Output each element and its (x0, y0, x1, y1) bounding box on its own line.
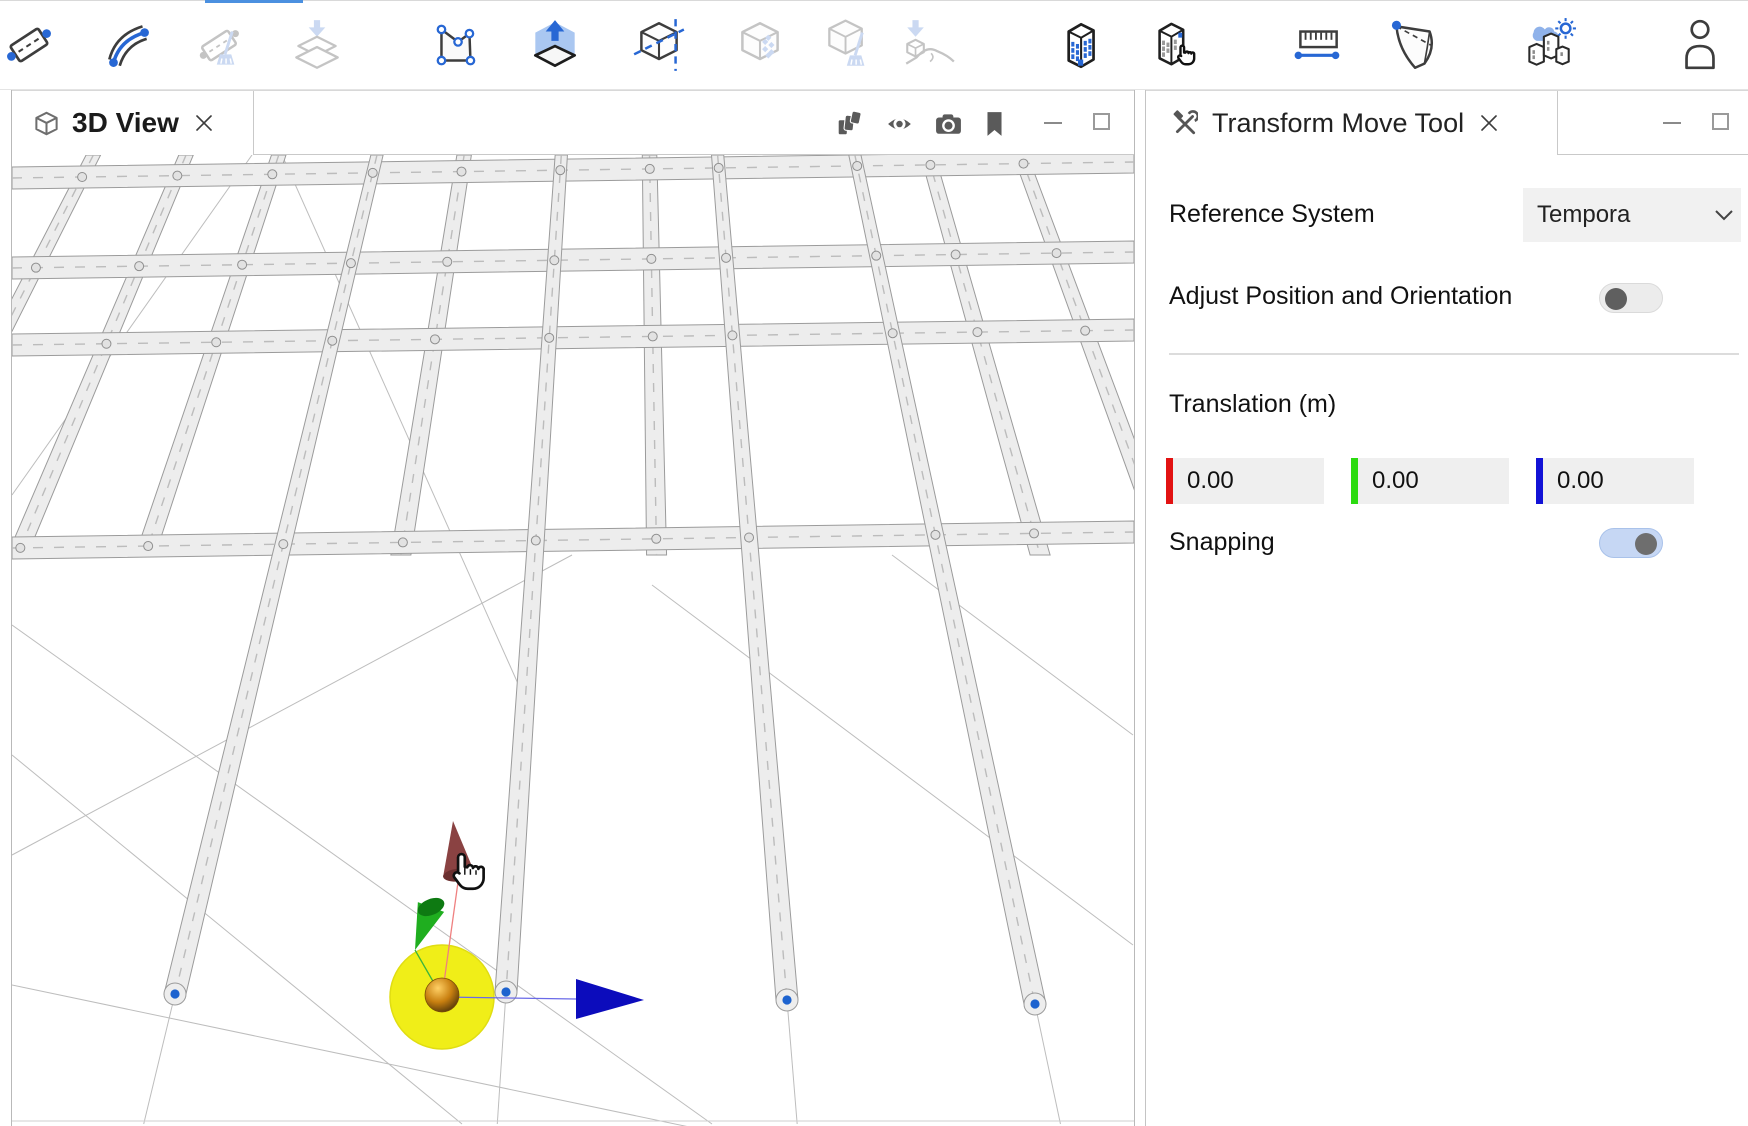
axis-color-bar (1351, 458, 1358, 504)
eye-icon[interactable] (886, 110, 913, 137)
road-clean-tool-button[interactable] (195, 16, 253, 74)
close-icon[interactable] (1478, 112, 1500, 134)
extrude-tool-button[interactable] (526, 16, 584, 74)
building-select-tool-button[interactable] (1144, 16, 1202, 74)
reference-system-label: Reference System (1169, 200, 1375, 229)
toggle-knob (1605, 288, 1627, 310)
view-3d-panel: 3D View (11, 90, 1135, 1126)
viewport-3d[interactable] (12, 155, 1134, 1126)
maximize-button[interactable] (1093, 113, 1110, 130)
tab-transform-title: Transform Move Tool (1212, 108, 1464, 139)
slice-tool-button[interactable] (630, 16, 688, 74)
building-tool-button[interactable] (1049, 16, 1107, 74)
toggle-knob (1635, 533, 1657, 555)
minimize-button[interactable] (1044, 122, 1062, 124)
adjust-position-toggle[interactable] (1599, 283, 1663, 313)
close-icon[interactable] (193, 112, 215, 134)
layers-icon[interactable] (836, 110, 863, 137)
window-drag-accent (205, 0, 303, 3)
transform-header: Transform Move Tool (1146, 90, 1748, 155)
environment-tool-button[interactable] (1519, 16, 1577, 74)
gizmo-center-sphere[interactable] (425, 978, 459, 1012)
cube-3d-icon (33, 110, 60, 137)
camera-icon[interactable] (935, 110, 962, 137)
translation-z-value: 0.00 (1543, 467, 1604, 495)
tab-3d-view-title: 3D View (72, 107, 179, 139)
road-curve-tool-button[interactable] (99, 16, 157, 74)
snapping-label: Snapping (1169, 528, 1275, 557)
section-divider (1169, 353, 1739, 355)
chevron-down-icon (1711, 202, 1737, 228)
terrain-drop-tool-button[interactable] (900, 16, 958, 74)
measure-tool-button[interactable] (1289, 16, 1347, 74)
polygon-draw-tool-button[interactable] (428, 16, 486, 74)
voxel-texture-tool-button[interactable] (731, 16, 789, 74)
bookmark-icon[interactable] (981, 110, 1008, 137)
translation-x-input[interactable]: 0.00 (1166, 458, 1324, 504)
reference-system-value: Tempora (1523, 201, 1711, 229)
translation-z-input[interactable]: 0.00 (1536, 458, 1694, 504)
main-toolbar (0, 0, 1748, 90)
adjust-position-label: Adjust Position and Orientation (1169, 282, 1512, 311)
axis-color-bar (1166, 458, 1173, 504)
model-clean-tool-button[interactable] (823, 16, 881, 74)
view-3d-header: 3D View (12, 90, 1134, 155)
surface-merge-tool-button[interactable] (288, 16, 346, 74)
translation-y-value: 0.00 (1358, 467, 1419, 495)
maximize-button[interactable] (1712, 113, 1729, 130)
transform-move-panel: Transform Move Tool Reference System Tem… (1145, 90, 1748, 1126)
translation-x-value: 0.00 (1173, 467, 1234, 495)
tab-transform-move-tool[interactable]: Transform Move Tool (1146, 91, 1558, 155)
road-straight-tool-button[interactable] (0, 16, 58, 74)
gizmo-axis-blue[interactable] (576, 979, 644, 1019)
minimize-button[interactable] (1663, 122, 1681, 124)
snapping-toggle[interactable] (1599, 528, 1663, 558)
axis-color-bar (1536, 458, 1543, 504)
reference-system-dropdown[interactable]: Tempora (1523, 188, 1741, 242)
tools-icon (1172, 110, 1198, 136)
translation-y-input[interactable]: 0.00 (1351, 458, 1509, 504)
view-frustum-tool-button[interactable] (1383, 16, 1441, 74)
translation-label: Translation (m) (1169, 390, 1336, 419)
tab-3d-view[interactable]: 3D View (12, 91, 254, 155)
user-tool-button[interactable] (1671, 16, 1729, 74)
application-window: 3D View (0, 0, 1748, 1126)
